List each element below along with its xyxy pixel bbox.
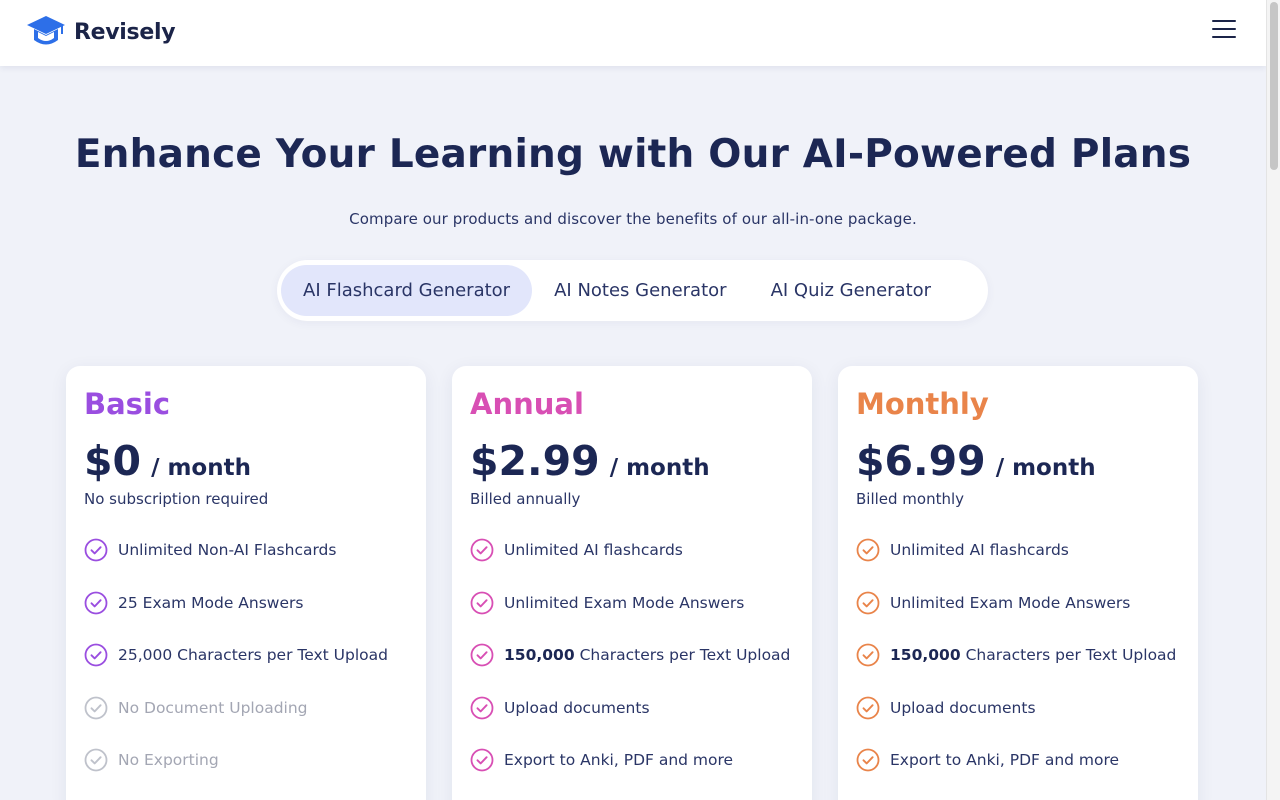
top-navbar: Revisely: [0, 0, 1266, 66]
check-circle-icon: [84, 748, 108, 772]
billing-note: Billed monthly: [856, 490, 965, 508]
scrollbar-thumb[interactable]: [1270, 2, 1278, 170]
plan-period: / month: [609, 455, 710, 481]
feature-list: Unlimited AI flashcards Unlimited Exam Mo…: [856, 538, 1180, 772]
graduation-cap-icon: [27, 16, 65, 45]
page-scrollbar[interactable]: [1266, 0, 1280, 800]
feature-label: Unlimited Non-AI Flashcards: [118, 541, 337, 559]
check-circle-icon: [856, 748, 880, 772]
plan-name: Basic: [84, 387, 171, 421]
feature-label: Unlimited AI flashcards: [890, 541, 1069, 559]
plan-period: / month: [151, 455, 251, 481]
feature-label: Export to Anki, PDF and more: [504, 751, 734, 769]
feature-label: Unlimited Exam Mode Answers: [504, 593, 745, 612]
feature-item: 150,000 Characters per Text Upload: [470, 643, 794, 667]
page-title: Enhance Your Learning with Our AI-Powere…: [74, 132, 1192, 177]
feature-item: No Document Uploading: [84, 696, 408, 720]
billing-note: Billed annually: [470, 490, 581, 508]
check-circle-icon: [856, 591, 880, 614]
tab-ai-notes-generator[interactable]: AI Notes Generator: [532, 265, 748, 316]
billing-note: No subscription required: [84, 490, 269, 508]
feature-item: 25,000 Characters per Text Upload: [84, 643, 408, 667]
check-circle-icon: [470, 696, 494, 719]
feature-item: Unlimited Non-AI Flashcards: [84, 538, 408, 562]
feature-item: Unlimited Exam Mode Answers: [856, 591, 1180, 615]
price-row: $0 / month: [84, 438, 408, 484]
feature-label: Export to Anki, PDF and more: [890, 751, 1120, 769]
feature-label: Characters per Text Upload: [965, 646, 1177, 664]
price-row: $2.99 / month: [470, 438, 794, 484]
plan-name: Annual: [470, 387, 584, 421]
feature-label: Upload documents: [504, 698, 650, 717]
check-circle-icon: [856, 696, 880, 719]
feature-item: Unlimited Exam Mode Answers: [470, 591, 794, 615]
check-circle-icon: [470, 538, 494, 562]
check-circle-icon: [84, 538, 108, 562]
plan-card-monthly: Monthly $6.99 / month Billed monthly Unl…: [838, 366, 1198, 800]
check-circle-icon: [84, 643, 108, 667]
brand-logo[interactable]: Revisely: [26, 14, 176, 50]
check-circle-icon: [470, 591, 494, 614]
feature-list: Unlimited AI flashcards Unlimited Exam Mo…: [470, 538, 794, 772]
pricing-page: Revisely Enhance Your Learning with Our …: [0, 0, 1266, 800]
feature-item: Export to Anki, PDF and more: [856, 748, 1180, 772]
feature-label: No Document Uploading: [118, 698, 308, 717]
feature-list: Unlimited Non-AI Flashcards 25 Exam Mode …: [84, 538, 408, 772]
plan-price: $0: [84, 437, 142, 485]
plan-period: / month: [995, 455, 1096, 481]
feature-label: 25,000 Characters per Text Upload: [118, 646, 388, 664]
plan-card-basic: Basic $0 / month No subscription require…: [66, 366, 426, 800]
hamburger-menu-icon[interactable]: [1212, 20, 1236, 40]
feature-label: 25 Exam Mode Answers: [118, 593, 304, 612]
plan-card-annual: Annual $2.99 / month Billed annually Unl…: [452, 366, 812, 800]
check-circle-icon: [84, 591, 108, 614]
feature-label: No Exporting: [118, 751, 219, 769]
feature-item: Unlimited AI flashcards: [856, 538, 1180, 562]
feature-item: Upload documents: [856, 696, 1180, 720]
feature-label: Upload documents: [890, 698, 1036, 717]
price-row: $6.99 / month: [856, 438, 1180, 484]
page-subtitle: Compare our products and discover the be…: [349, 210, 917, 228]
feature-highlight: 150,000: [890, 646, 961, 664]
feature-item: Unlimited AI flashcards: [470, 538, 794, 562]
feature-label: Unlimited AI flashcards: [504, 541, 683, 559]
product-tabs: AI Flashcard Generator AI Notes Generato…: [277, 260, 988, 321]
check-circle-icon: [856, 538, 880, 562]
tab-ai-quiz-generator[interactable]: AI Quiz Generator: [749, 265, 954, 316]
brand-name: Revisely: [74, 19, 176, 45]
feature-item: 25 Exam Mode Answers: [84, 591, 408, 615]
check-circle-icon: [84, 696, 108, 719]
check-circle-icon: [470, 748, 494, 772]
feature-item: 150,000 Characters per Text Upload: [856, 643, 1180, 667]
feature-highlight: 150,000: [504, 646, 575, 664]
tab-ai-flashcard-generator[interactable]: AI Flashcard Generator: [281, 265, 533, 316]
plan-name: Monthly: [856, 387, 989, 421]
plan-price: $6.99: [856, 437, 986, 485]
feature-label: Characters per Text Upload: [579, 646, 791, 664]
feature-item: No Exporting: [84, 748, 408, 772]
check-circle-icon: [856, 643, 880, 667]
check-circle-icon: [470, 643, 494, 667]
plan-price: $2.99: [470, 437, 600, 485]
feature-label: Unlimited Exam Mode Answers: [890, 593, 1131, 612]
feature-item: Export to Anki, PDF and more: [470, 748, 794, 772]
feature-item: Upload documents: [470, 696, 794, 720]
